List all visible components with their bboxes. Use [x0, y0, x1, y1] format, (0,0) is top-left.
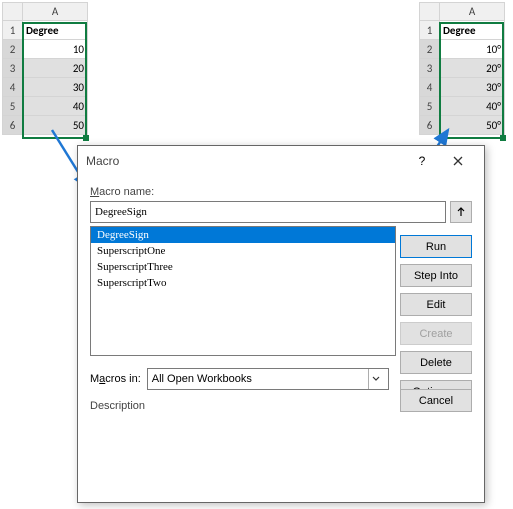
select-all-corner[interactable] — [3, 3, 23, 21]
row-header[interactable]: 5 — [420, 97, 440, 116]
cancel-button[interactable]: Cancel — [400, 389, 472, 412]
row-header[interactable]: 2 — [420, 40, 440, 59]
macros-in-value: All Open Workbooks — [152, 373, 368, 385]
cell[interactable]: 50° — [440, 116, 505, 135]
col-header-a[interactable]: A — [440, 3, 505, 21]
cell[interactable]: 10° — [440, 40, 505, 59]
help-button[interactable]: ? — [404, 149, 440, 173]
select-all-corner[interactable] — [420, 3, 440, 21]
collapse-icon — [456, 207, 466, 217]
macros-in-combo[interactable]: All Open Workbooks — [147, 368, 389, 390]
row-header[interactable]: 4 — [3, 78, 23, 97]
spreadsheet-before: A 1 Degree 210 320 430 540 650 — [2, 2, 88, 135]
row-header[interactable]: 4 — [420, 78, 440, 97]
row-header[interactable]: 1 — [3, 21, 23, 40]
step-into-button[interactable]: Step Into — [400, 264, 472, 287]
run-button[interactable]: Run — [400, 235, 472, 258]
row-header[interactable]: 3 — [420, 59, 440, 78]
cell[interactable]: 40 — [23, 97, 88, 116]
macro-name-label: Macro name: — [90, 186, 472, 198]
create-button: Create — [400, 322, 472, 345]
macro-name-input[interactable] — [90, 201, 446, 223]
cell[interactable]: 20° — [440, 59, 505, 78]
dialog-titlebar[interactable]: Macro ? — [78, 146, 484, 176]
cell-header[interactable]: Degree — [440, 21, 505, 40]
macros-in-label: Macros in: — [90, 373, 141, 385]
cell-header[interactable]: Degree — [23, 21, 88, 40]
close-icon — [453, 156, 463, 166]
chevron-down-icon — [368, 369, 384, 389]
list-item[interactable]: SuperscriptThree — [91, 259, 395, 275]
cell[interactable]: 50 — [23, 116, 88, 135]
row-header[interactable]: 3 — [3, 59, 23, 78]
macro-listbox[interactable]: DegreeSign SuperscriptOne SuperscriptThr… — [90, 226, 396, 356]
row-header[interactable]: 5 — [3, 97, 23, 116]
row-header[interactable]: 2 — [3, 40, 23, 59]
list-item[interactable]: DegreeSign — [91, 227, 395, 243]
macro-dialog: Macro ? Macro name: DegreeSign Superscri… — [77, 145, 485, 503]
delete-button[interactable]: Delete — [400, 351, 472, 374]
row-header[interactable]: 6 — [3, 116, 23, 135]
row-header[interactable]: 1 — [420, 21, 440, 40]
spreadsheet-after: A 1 Degree 210° 320° 430° 540° 650° — [419, 2, 505, 135]
cell[interactable]: 30 — [23, 78, 88, 97]
cell[interactable]: 20 — [23, 59, 88, 78]
cell[interactable]: 10 — [23, 40, 88, 59]
cell[interactable]: 40° — [440, 97, 505, 116]
cell[interactable]: 30° — [440, 78, 505, 97]
edit-button[interactable]: Edit — [400, 293, 472, 316]
refedit-button[interactable] — [450, 201, 472, 223]
list-item[interactable]: SuperscriptOne — [91, 243, 395, 259]
list-item[interactable]: SuperscriptTwo — [91, 275, 395, 291]
col-header-a[interactable]: A — [23, 3, 88, 21]
dialog-title: Macro — [86, 154, 404, 168]
close-button[interactable] — [440, 149, 476, 173]
row-header[interactable]: 6 — [420, 116, 440, 135]
